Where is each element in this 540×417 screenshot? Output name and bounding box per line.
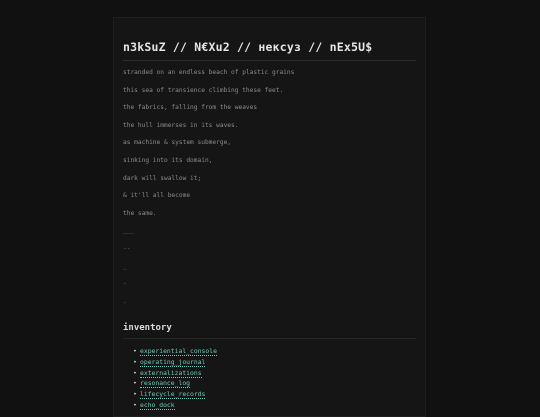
poem-separator: . (123, 297, 127, 305)
inventory-link-operating-journal[interactable]: operating_journal (140, 358, 206, 367)
title-divider (123, 60, 416, 61)
poem-line: dark will swallow it; (123, 174, 202, 182)
poem-separator: -- (123, 244, 131, 252)
inventory-divider (123, 338, 416, 340)
inventory-link-echo-dock[interactable]: echo_dock (140, 400, 175, 410)
list-item: • lifecycle_records (133, 390, 416, 401)
inventory-link-externalizations[interactable]: externalizations (140, 368, 202, 378)
inventory-heading: inventory (123, 323, 172, 334)
poem-separator: _ (123, 262, 127, 270)
list-item: • experiential_console (133, 347, 416, 358)
list-item: • operating_journal (133, 358, 416, 369)
bullet-icon: • (133, 379, 137, 388)
poem-line: & it'll all become (123, 192, 191, 200)
page-title: n3kSuZ // N€Xu2 // нексуз // nEx5U$ (123, 40, 373, 54)
bullet-icon: • (133, 347, 137, 356)
poem-line: stranded on an endless beach of plastic … (123, 69, 295, 76)
list-item: • externalizations (133, 368, 416, 380)
inventory-link-lifecycle-records[interactable]: lifecycle_records (140, 390, 206, 400)
poem-line: the hull immerses in its waves. (123, 121, 239, 129)
inventory-list: • experiential_console • operating_journal… (123, 347, 416, 411)
poem-line: the fabrics, falling from the weaves (123, 104, 258, 112)
poem-separator: - (123, 280, 127, 288)
bullet-icon: • (133, 358, 137, 366)
list-item: • resonance_log (133, 379, 416, 390)
inventory-link-experiential-console[interactable]: experiential_console (140, 347, 217, 357)
poem-line: sinking into its domain, (123, 156, 213, 164)
inventory-link-resonance-log[interactable]: resonance_log (140, 379, 191, 389)
content-panel: n3kSuZ // N€Xu2 // нексуз // nEx5U$ stra… (113, 17, 426, 417)
poem-line: as machine & system submerge, (123, 139, 232, 147)
list-item: • echo_dock (133, 400, 416, 412)
bullet-icon: • (133, 390, 137, 399)
poem-line: this sea of transience climbing these fe… (123, 86, 284, 94)
poem: stranded on an endless beach of plastic … (123, 69, 416, 315)
poem-line: the same. (123, 209, 157, 217)
bullet-icon: • (133, 368, 137, 377)
poem-separator: ___ (123, 227, 135, 235)
